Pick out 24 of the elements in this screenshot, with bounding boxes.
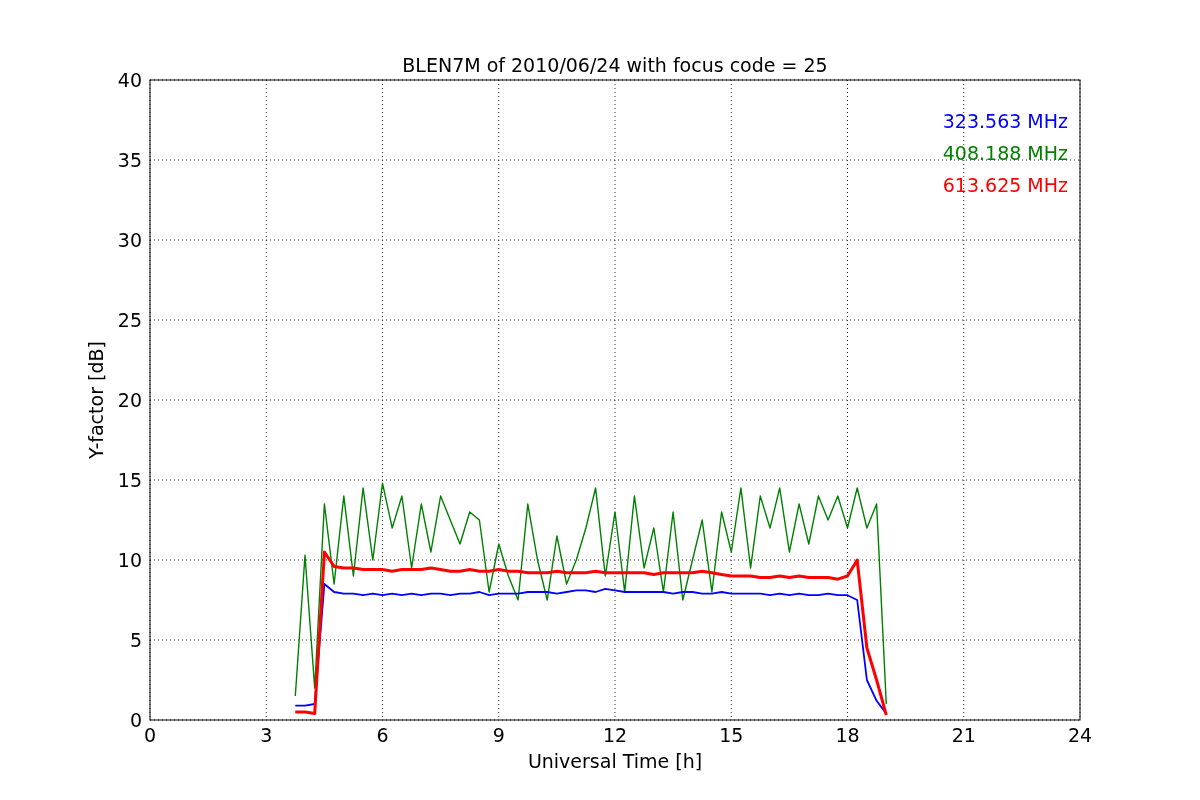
tick-label: 18 [835,724,860,746]
tick-label: 3 [260,724,273,746]
y-axis-label: Y-factor [dB] [85,341,107,459]
tick-label: 35 [117,149,142,171]
x-axis-label: Universal Time [h] [527,750,703,772]
series-label: 613.625 MHz [942,174,1068,196]
tick-label: 40 [117,69,142,91]
series-label: 323.563 MHz [942,110,1068,132]
series-label: 408.188 MHz [942,142,1068,164]
tick-label: 25 [117,309,142,331]
tick-label: 30 [117,229,142,251]
chart-title: BLEN7M of 2010/06/24 with focus code = 25 [402,54,828,76]
tick-label: 0 [129,709,142,731]
tick-label: 15 [117,469,142,491]
tick-label: 10 [117,549,142,571]
tick-label: 9 [492,724,505,746]
tick-label: 15 [719,724,744,746]
tick-label: 20 [117,389,142,411]
tick-label: 21 [951,724,976,746]
tick-label: 5 [129,629,142,651]
tick-label: 12 [602,724,628,746]
tick-label: 6 [376,724,389,746]
tick-label: 24 [1067,724,1093,746]
tick-label: 0 [143,724,157,746]
